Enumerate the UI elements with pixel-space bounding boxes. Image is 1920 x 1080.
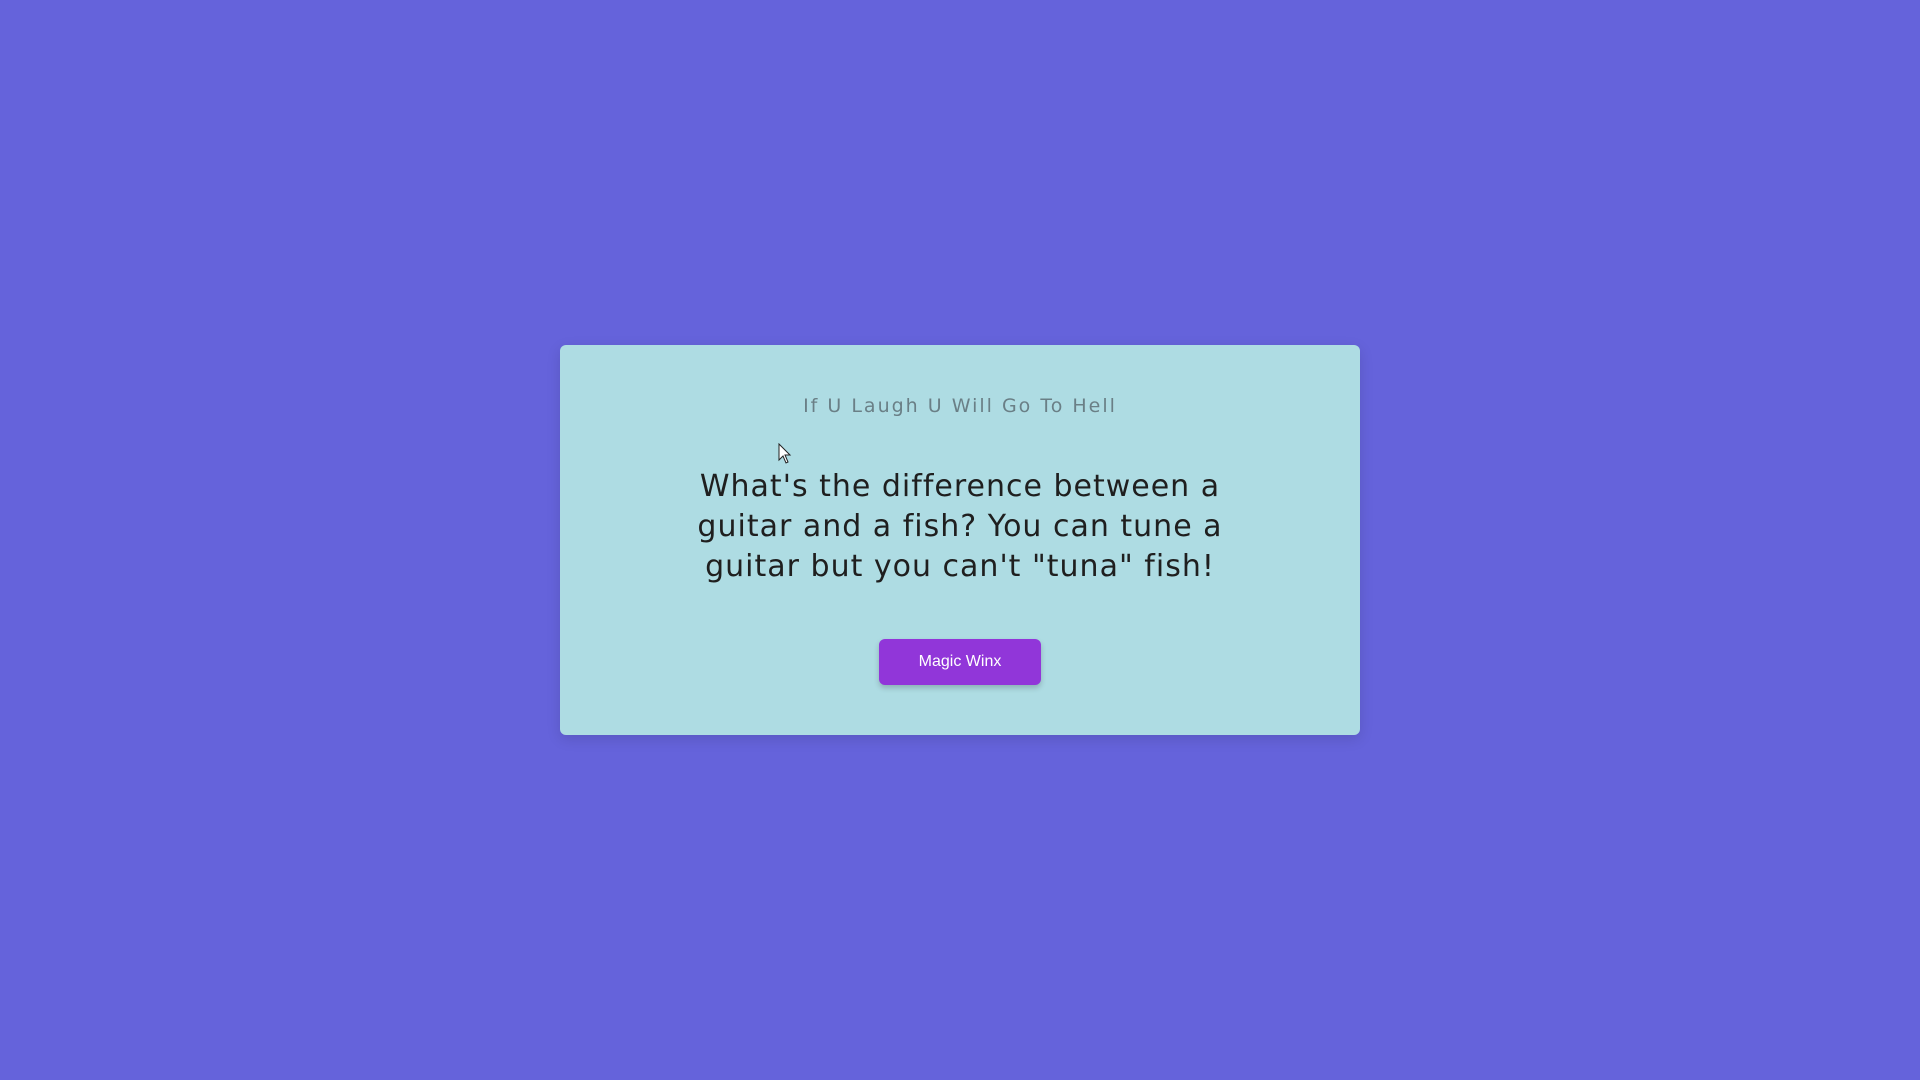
joke-text: What's the difference between a guitar a…: [697, 469, 1223, 584]
mouse-pointer-icon: [778, 443, 792, 464]
magic-winx-button[interactable]: Magic Winx: [879, 639, 1041, 685]
card-title: If U Laugh U Will Go To Hell: [803, 395, 1117, 417]
joke-card: If U Laugh U Will Go To Hell What's the …: [560, 345, 1360, 735]
